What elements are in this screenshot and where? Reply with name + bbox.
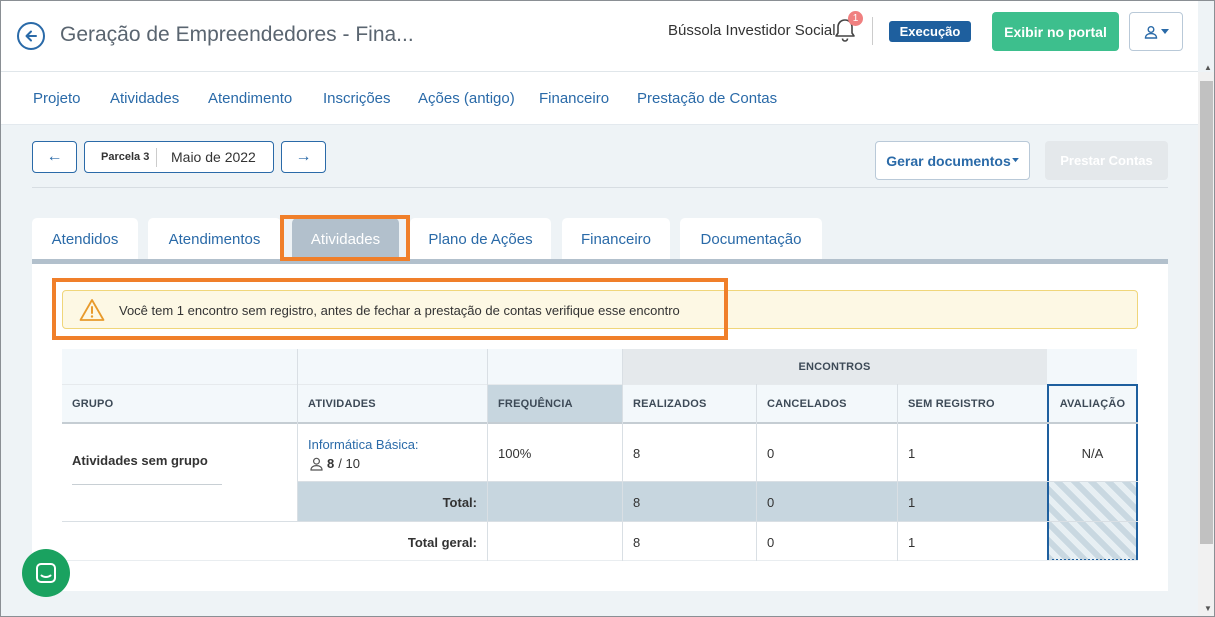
status-badge: Execução [889, 21, 971, 42]
tab-atendimentos[interactable]: Atendimentos [148, 218, 281, 260]
col-realizados: REALIZADOS [633, 398, 707, 410]
avaliacao-column-border [1047, 384, 1138, 561]
user-menu-button[interactable] [1129, 12, 1183, 51]
grid-line [62, 384, 1047, 385]
header: Geração de Empreendedores - Fina... Búss… [1, 1, 1198, 72]
app-window: Geração de Empreendedores - Fina... Búss… [0, 0, 1215, 617]
cancelados-value: 0 [767, 446, 775, 461]
header-divider [872, 17, 873, 45]
total-cancelados: 0 [767, 495, 775, 510]
total-geral-cancelados: 0 [767, 535, 775, 550]
prestar-contas-button: Prestar Contas [1045, 141, 1168, 180]
frequencia-value: 100% [498, 446, 532, 461]
grupo-underline [72, 484, 222, 485]
chat-icon [36, 563, 56, 583]
nav-prestacao-de-contas[interactable]: Prestação de Contas [637, 90, 777, 107]
total-realizados: 8 [633, 495, 641, 510]
prev-period-button[interactable]: ← [32, 141, 77, 173]
nav-acoes-antigo[interactable]: Ações (antigo) [418, 90, 515, 107]
grid-line [62, 560, 1138, 561]
grid-line [62, 422, 1138, 424]
arrow-left-icon [25, 30, 37, 42]
parcela-label: Parcela 3 [101, 151, 150, 163]
user-icon [310, 457, 323, 471]
page-title: Geração de Empreendedores - Fina... [60, 23, 414, 46]
gerar-documentos-label: Gerar documentos [886, 152, 1011, 169]
portal-button[interactable]: Exibir no portal [992, 12, 1119, 51]
grid-line [897, 384, 898, 561]
tab-documentacao[interactable]: Documentação [680, 218, 822, 260]
nav-atividades[interactable]: Atividades [110, 90, 179, 107]
total-geral-sem-registro: 1 [908, 535, 916, 550]
back-button[interactable] [17, 22, 45, 50]
participants-value: 8 [327, 456, 335, 471]
nav-atendimento[interactable]: Atendimento [208, 90, 292, 107]
col-cancelados: CANCELADOS [767, 398, 847, 410]
grid-line [487, 349, 488, 561]
col-atividades: ATIVIDADES [308, 398, 376, 410]
col-frequencia: FREQUÊNCIA [498, 398, 573, 410]
encontros-header: ENCONTROS [798, 361, 871, 373]
user-icon [1144, 25, 1157, 39]
chat-button[interactable] [22, 549, 70, 597]
highlight-box-tab [280, 215, 410, 261]
notification-badge: 1 [848, 11, 863, 26]
participants-total: / 10 [338, 456, 360, 471]
next-period-button[interactable]: → [281, 141, 326, 173]
tab-financeiro[interactable]: Financeiro [562, 218, 670, 260]
org-name: Bússola Investidor Social [668, 22, 836, 39]
participants-count: 8 / 10 [310, 456, 360, 471]
total-geral-realizados: 8 [633, 535, 641, 550]
caret-down-icon [1160, 28, 1169, 34]
grid-line [756, 384, 757, 561]
realizados-value: 8 [633, 446, 641, 461]
tab-plano-de-acoes[interactable]: Plano de Ações [410, 218, 551, 260]
scrollbar-thumb[interactable] [1200, 81, 1213, 544]
total-sem-registro: 1 [908, 495, 916, 510]
caret-down-icon [1011, 158, 1019, 163]
highlight-box-alert [52, 278, 728, 340]
divider [32, 187, 1168, 188]
total-label: Total: [442, 495, 477, 510]
scroll-down-icon[interactable]: ▼ [1204, 604, 1212, 613]
period-divider [156, 148, 157, 167]
col-sem-registro: SEM REGISTRO [908, 398, 995, 410]
col-grupo: GRUPO [72, 398, 114, 410]
nav-financeiro[interactable]: Financeiro [539, 90, 609, 107]
avaliacao-value: N/A [1081, 446, 1104, 461]
period-month: Maio de 2022 [171, 149, 256, 165]
main-nav: Projeto Atividades Atendimento Inscriçõe… [1, 72, 1198, 125]
grid-line [622, 349, 623, 561]
grupo-name: Atividades sem grupo [72, 453, 208, 468]
period-selector[interactable]: Parcela 3 Maio de 2022 [84, 141, 274, 173]
grid-line [62, 521, 1138, 522]
nav-inscricoes[interactable]: Inscrições [323, 90, 391, 107]
grid-line [298, 481, 1138, 482]
nav-projeto[interactable]: Projeto [33, 90, 81, 107]
scroll-up-icon[interactable]: ▲ [1204, 63, 1212, 72]
sem-registro-value: 1 [908, 446, 916, 461]
atividade-link[interactable]: Informática Básica: [308, 437, 419, 452]
tab-atendidos[interactable]: Atendidos [32, 218, 138, 260]
gerar-documentos-button[interactable]: Gerar documentos [875, 141, 1030, 180]
total-geral-label: Total geral: [407, 535, 477, 550]
